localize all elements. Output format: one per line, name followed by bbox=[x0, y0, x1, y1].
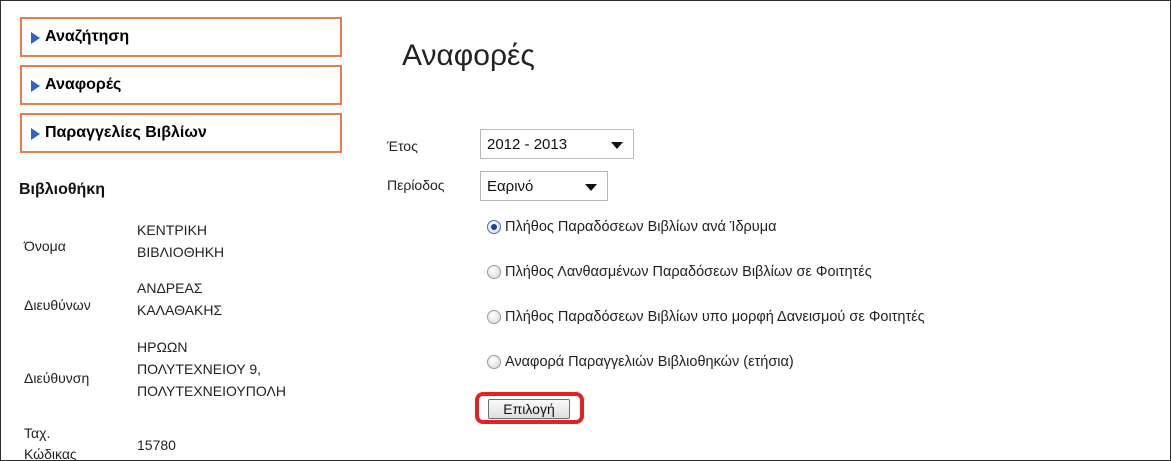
period-select[interactable]: Εαρινό bbox=[480, 171, 608, 201]
radio-button[interactable] bbox=[487, 265, 501, 279]
library-address-value: ΗΡΩΩΝ ΠΟΛΥΤΕΧΝΕΙΟΥ 9, ΠΟΛΥΤΕΧΝΕΙΟΥΠΟΛΗ bbox=[137, 339, 286, 399]
triangle-right-icon bbox=[31, 79, 40, 92]
library-name-value: ΚΕΝΤΡΙΚΗ ΒΙΒΛΙΟΘΗΚΗ bbox=[137, 222, 225, 260]
library-address-label: Διεύθυνση bbox=[24, 370, 90, 386]
period-label: Περίοδος bbox=[387, 177, 445, 193]
year-label: Έτος bbox=[387, 138, 418, 154]
radio-button[interactable] bbox=[487, 220, 501, 234]
report-option-wrong-deliveries[interactable]: Πλήθος Λανθασμένων Παραδόσεων Βιβλίων σε… bbox=[487, 264, 872, 280]
nav-item-reports[interactable]: Αναφορές bbox=[20, 65, 342, 105]
nav-item-book-orders[interactable]: Παραγγελίες Βιβλίων bbox=[20, 113, 342, 153]
library-director-label: Διευθύνων bbox=[24, 297, 91, 313]
triangle-right-icon bbox=[31, 31, 40, 44]
library-section-title: Βιβλιοθήκη bbox=[19, 181, 105, 198]
report-option-deliveries-per-institution[interactable]: Πλήθος Παραδόσεων Βιβλίων ανά Ίδρυμα bbox=[487, 219, 776, 235]
triangle-right-icon bbox=[31, 127, 40, 140]
year-select[interactable]: 2012 - 2013 bbox=[480, 129, 634, 159]
nav-item-label: Αναφορές bbox=[45, 76, 122, 93]
report-option-label: Πλήθος Παραδόσεων Βιβλίων ανά Ίδρυμα bbox=[505, 219, 777, 235]
report-option-label: Πλήθος Παραδόσεων Βιβλίων υπο μορφή Δανε… bbox=[505, 309, 925, 325]
nav-item-label: Αναζήτηση bbox=[45, 28, 130, 45]
page-title: Αναφορές bbox=[402, 39, 535, 72]
radio-button[interactable] bbox=[487, 310, 501, 324]
chevron-down-icon bbox=[611, 142, 623, 149]
report-option-label: Αναφορά Παραγγελιών Βιβλιοθηκών (ετήσια) bbox=[505, 354, 794, 370]
report-option-loan-deliveries[interactable]: Πλήθος Παραδόσεων Βιβλίων υπο μορφή Δανε… bbox=[487, 309, 925, 325]
chevron-down-icon bbox=[585, 184, 597, 191]
library-director-value: ΑΝΔΡΕΑΣ ΚΑΛΑΘΑΚΗΣ bbox=[137, 280, 223, 318]
page-frame: Αναζήτηση Αναφορές Παραγγελίες Βιβλίων Β… bbox=[0, 0, 1171, 461]
library-postal-label: Ταχ. Κώδικας bbox=[24, 425, 77, 461]
year-select-value: 2012 - 2013 bbox=[487, 135, 568, 153]
period-select-value: Εαρινό bbox=[487, 177, 534, 195]
library-name-label: Όνομα bbox=[24, 238, 66, 254]
nav-item-search[interactable]: Αναζήτηση bbox=[20, 17, 342, 57]
select-button[interactable]: Επιλογή bbox=[488, 399, 570, 419]
report-option-library-orders[interactable]: Αναφορά Παραγγελιών Βιβλιοθηκών (ετήσια) bbox=[487, 354, 794, 370]
nav-item-label: Παραγγελίες Βιβλίων bbox=[45, 124, 207, 141]
library-postal-value: 15780 bbox=[137, 437, 176, 453]
radio-button[interactable] bbox=[487, 355, 501, 369]
submit-button-highlight: Επιλογή bbox=[475, 392, 584, 424]
report-option-label: Πλήθος Λανθασμένων Παραδόσεων Βιβλίων σε… bbox=[505, 264, 872, 280]
